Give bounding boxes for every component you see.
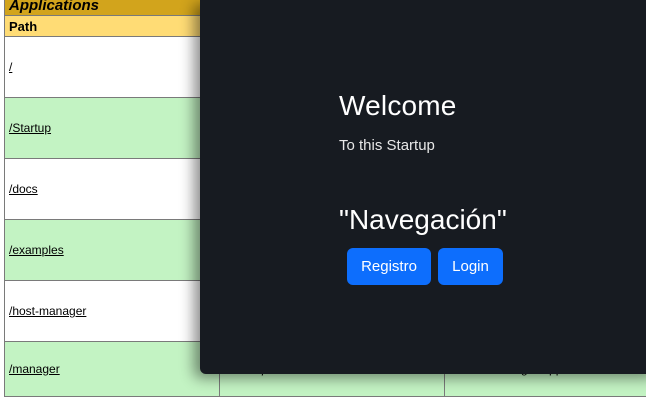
app-link-manager[interactable]: /manager	[9, 362, 60, 376]
register-button[interactable]: Registro	[347, 248, 431, 285]
welcome-heading: Welcome	[339, 90, 457, 121]
navigation-heading: "Navegación"	[339, 204, 507, 235]
app-link-host-manager[interactable]: /host-manager	[9, 304, 86, 318]
app-link-startup[interactable]: /Startup	[9, 121, 51, 135]
app-link-docs[interactable]: /docs	[9, 182, 38, 196]
login-button[interactable]: Login	[438, 248, 503, 285]
column-header-path: Path	[4, 15, 220, 37]
app-link-examples[interactable]: /examples	[9, 243, 64, 257]
welcome-overlay-panel: Welcome To this Startup "Navegación" Reg…	[200, 0, 646, 374]
app-link-root[interactable]: /	[9, 60, 12, 74]
welcome-subtitle: To this Startup	[339, 137, 435, 154]
